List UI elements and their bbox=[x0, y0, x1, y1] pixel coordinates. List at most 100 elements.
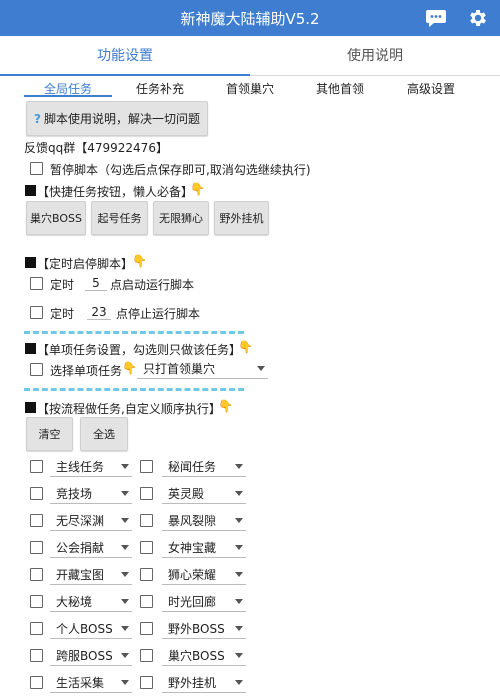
flow-task-select[interactable]: 秘闻任务 bbox=[162, 457, 246, 477]
flow-task-select[interactable]: 跨服BOSS bbox=[50, 646, 132, 666]
flow-task-checkbox[interactable] bbox=[140, 541, 153, 554]
flow-task-selected: 英灵殿 bbox=[168, 487, 205, 501]
flow-task-selected: 狮心荣耀 bbox=[168, 568, 217, 582]
chat-bubble-icon bbox=[426, 10, 446, 27]
single-task-selected: 只打首领巢穴 bbox=[143, 362, 216, 376]
single-task-checkbox[interactable] bbox=[30, 363, 43, 376]
flow-task-checkbox[interactable] bbox=[30, 514, 43, 527]
flow-task-checkbox[interactable] bbox=[30, 595, 43, 608]
quick-button-new-account[interactable]: 起号任务 bbox=[91, 201, 148, 235]
flow-task-checkbox[interactable] bbox=[30, 649, 43, 662]
pause-checkbox[interactable] bbox=[30, 162, 43, 175]
quick-button-endless-lionheart[interactable]: 无限狮心 bbox=[153, 201, 209, 235]
flow-task-checkbox[interactable] bbox=[30, 460, 43, 473]
divider bbox=[24, 388, 244, 391]
dropdown-arrow-icon bbox=[235, 626, 243, 631]
dropdown-arrow-icon bbox=[121, 599, 129, 604]
flow-task-checkbox[interactable] bbox=[140, 487, 153, 500]
quick-button-nest-boss[interactable]: 巢穴BOSS bbox=[26, 201, 86, 235]
quick-button-field-idle[interactable]: 野外挂机 bbox=[214, 201, 269, 235]
dropdown-arrow-icon bbox=[235, 599, 243, 604]
tab-function-settings[interactable]: 功能设置 bbox=[0, 36, 250, 76]
dropdown-arrow-icon bbox=[235, 518, 243, 523]
dropdown-arrow-icon bbox=[121, 518, 129, 523]
flow-task-selected: 巢穴BOSS bbox=[168, 649, 225, 663]
pointing-down-hand-icon: 👇 bbox=[190, 182, 205, 196]
timer-stop-hour-input[interactable]: 23 bbox=[87, 305, 111, 320]
dropdown-arrow-icon bbox=[121, 626, 129, 631]
flow-task-checkbox[interactable] bbox=[140, 460, 153, 473]
flow-task-selected: 个人BOSS bbox=[56, 622, 113, 636]
main-tabs: 功能设置 使用说明 bbox=[0, 36, 500, 76]
flow-task-select[interactable]: 女神宝藏 bbox=[162, 538, 246, 558]
flow-task-selected: 无尽深渊 bbox=[56, 514, 105, 528]
timer-start-checkbox[interactable] bbox=[30, 277, 43, 290]
flow-task-checkbox[interactable] bbox=[30, 622, 43, 635]
section-marker bbox=[25, 402, 36, 413]
flow-task-select[interactable]: 野外BOSS bbox=[162, 619, 246, 639]
flow-task-select[interactable]: 竞技场 bbox=[50, 484, 132, 504]
timer-stop-checkbox[interactable] bbox=[30, 306, 43, 319]
single-task-select[interactable]: 只打首领巢穴 bbox=[137, 359, 268, 379]
flow-task-checkbox[interactable] bbox=[140, 649, 153, 662]
subtab-boss-nest[interactable]: 首领巢穴 bbox=[208, 80, 292, 98]
flow-task-select[interactable]: 生活采集 bbox=[50, 673, 132, 693]
dropdown-arrow-icon bbox=[121, 572, 129, 577]
flow-task-checkbox[interactable] bbox=[30, 568, 43, 581]
chat-button[interactable] bbox=[421, 3, 451, 33]
flow-task-select[interactable]: 无尽深渊 bbox=[50, 511, 132, 531]
flow-task-select[interactable]: 时光回廊 bbox=[162, 592, 246, 612]
flow-task-selected: 大秘境 bbox=[56, 595, 93, 609]
dropdown-arrow-icon bbox=[235, 491, 243, 496]
flow-tasks-heading: 【按流程做任务,自定义顺序执行】 bbox=[37, 402, 221, 416]
active-tab-indicator bbox=[0, 74, 250, 76]
flow-task-checkbox[interactable] bbox=[140, 622, 153, 635]
flow-task-checkbox[interactable] bbox=[140, 568, 153, 581]
dropdown-arrow-icon bbox=[235, 545, 243, 550]
timer-stop-suffix: 点停止运行脚本 bbox=[116, 307, 201, 321]
tab-usage-guide[interactable]: 使用说明 bbox=[250, 36, 500, 76]
subtab-other-bosses[interactable]: 其他首领 bbox=[298, 80, 382, 98]
flow-task-checkbox[interactable] bbox=[30, 487, 43, 500]
flow-task-checkbox[interactable] bbox=[140, 514, 153, 527]
timer-stop-label: 定时 bbox=[50, 307, 75, 321]
gear-icon bbox=[470, 10, 486, 26]
flow-task-select[interactable]: 狮心荣耀 bbox=[162, 565, 246, 585]
dropdown-arrow-icon bbox=[235, 653, 243, 658]
timer-start-hour-input[interactable]: 5 bbox=[85, 276, 107, 291]
clear-button[interactable]: 清空 bbox=[26, 417, 73, 451]
flow-task-checkbox[interactable] bbox=[140, 595, 153, 608]
flow-task-checkbox[interactable] bbox=[140, 676, 153, 689]
flow-task-select[interactable]: 大秘境 bbox=[50, 592, 132, 612]
flow-task-select[interactable]: 巢穴BOSS bbox=[162, 646, 246, 666]
subtab-task-supplement[interactable]: 任务补充 bbox=[118, 80, 202, 98]
dropdown-arrow-icon bbox=[235, 572, 243, 577]
title-bar: 新神魔大陆辅助V5.2 bbox=[0, 0, 500, 36]
dropdown-arrow-icon bbox=[235, 464, 243, 469]
help-button[interactable]: ? 脚本使用说明，解决一切问题 bbox=[26, 101, 208, 136]
flow-task-checkbox[interactable] bbox=[30, 541, 43, 554]
flow-task-select[interactable]: 公会捐献 bbox=[50, 538, 132, 558]
settings-button[interactable] bbox=[463, 3, 493, 33]
pointing-down-hand-icon: 👇 bbox=[132, 254, 147, 268]
flow-task-checkbox[interactable] bbox=[30, 676, 43, 689]
dropdown-arrow-icon bbox=[121, 464, 129, 469]
flow-task-select[interactable]: 暴风裂隙 bbox=[162, 511, 246, 531]
subtab-advanced-settings[interactable]: 高级设置 bbox=[388, 80, 474, 98]
help-button-label: 脚本使用说明，解决一切问题 bbox=[43, 112, 200, 126]
flow-task-select[interactable]: 个人BOSS bbox=[50, 619, 132, 639]
dropdown-arrow-icon bbox=[121, 491, 129, 496]
flow-task-selected: 生活采集 bbox=[56, 676, 105, 690]
pointing-down-hand-icon: 👇 bbox=[122, 361, 137, 375]
section-marker bbox=[25, 185, 36, 196]
dropdown-arrow-icon bbox=[121, 545, 129, 550]
section-marker bbox=[25, 343, 36, 354]
select-all-button[interactable]: 全选 bbox=[80, 417, 128, 451]
pause-label: 暂停脚本（勾选后点保存即可,取消勾选继续执行) bbox=[50, 163, 311, 177]
flow-task-select[interactable]: 主线任务 bbox=[50, 457, 132, 477]
flow-task-select[interactable]: 英灵殿 bbox=[162, 484, 246, 504]
flow-task-select[interactable]: 野外挂机 bbox=[162, 673, 246, 693]
flow-task-select[interactable]: 开藏宝图 bbox=[50, 565, 132, 585]
dropdown-arrow-icon bbox=[121, 653, 129, 658]
flow-task-selected: 秘闻任务 bbox=[168, 460, 217, 474]
